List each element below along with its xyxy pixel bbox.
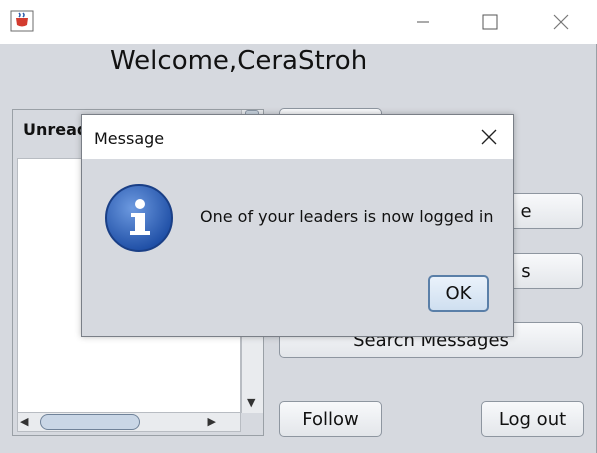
dialog-title: Message: [94, 129, 165, 148]
follow-button[interactable]: Follow: [279, 401, 382, 437]
message-dialog: Message One of your leaders is now logge…: [81, 114, 514, 337]
dialog-close-button[interactable]: [471, 115, 507, 159]
welcome-heading: Welcome,CeraStroh: [110, 46, 368, 76]
action-button-2-label: s: [521, 260, 531, 282]
logout-button[interactable]: Log out: [481, 401, 584, 437]
unread-panel-title: Unread: [23, 120, 89, 139]
horizontal-scroll-thumb[interactable]: [40, 414, 140, 430]
minimize-button[interactable]: [400, 0, 446, 44]
window-titlebar: [0, 0, 597, 44]
main-window: Welcome,CeraStroh Unread ▼ ◀ ▶ e s Searc…: [0, 0, 597, 453]
window-close-button[interactable]: [538, 0, 584, 44]
java-app-icon: [10, 10, 34, 32]
scroll-left-arrow-icon[interactable]: ◀: [20, 415, 28, 428]
maximize-button[interactable]: [467, 0, 513, 44]
action-button-1-label: e: [520, 200, 532, 222]
scroll-right-arrow-icon[interactable]: ▶: [208, 415, 216, 428]
dialog-message: One of your leaders is now logged in: [200, 207, 494, 226]
info-icon: [104, 183, 174, 253]
scroll-down-arrow-icon[interactable]: ▼: [247, 396, 255, 409]
close-icon: [481, 129, 497, 145]
horizontal-scrollbar[interactable]: ◀ ▶: [17, 412, 241, 432]
dialog-titlebar: Message: [82, 115, 513, 159]
ok-button[interactable]: OK: [428, 275, 489, 312]
